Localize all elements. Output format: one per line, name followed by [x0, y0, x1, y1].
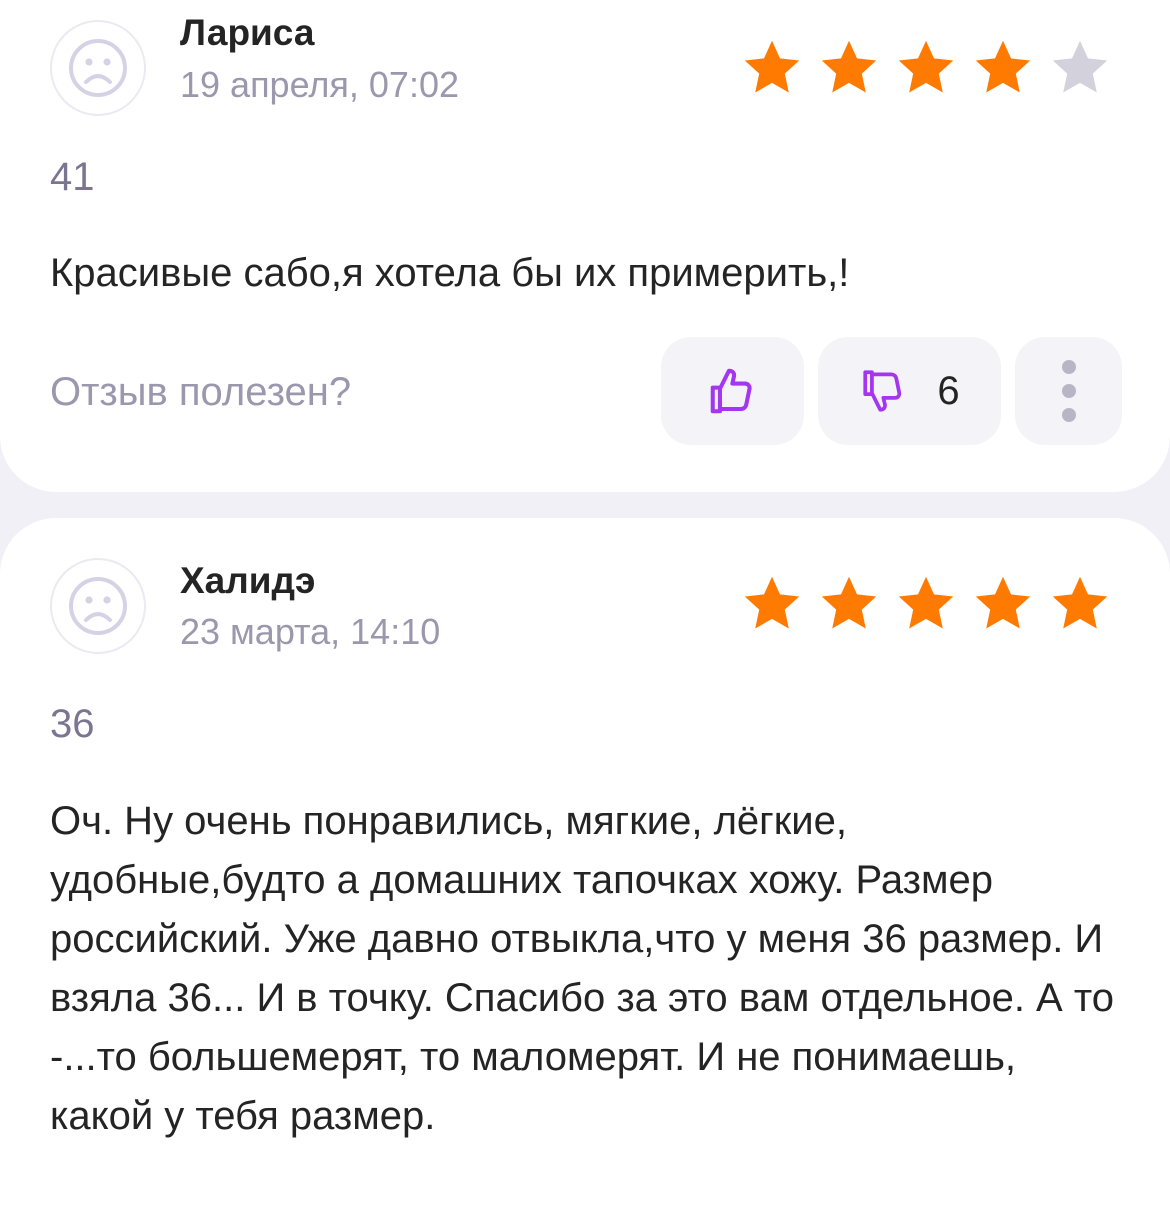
star-icon [821, 40, 877, 93]
star-icon [975, 576, 1031, 629]
dislike-button[interactable]: 6 [818, 337, 1001, 445]
star-icon [898, 40, 954, 93]
review-size: 36 [50, 702, 95, 746]
star-empty-icon [1052, 40, 1108, 93]
star-icon [821, 576, 877, 629]
like-button[interactable] [661, 337, 804, 445]
review-author: Халидэ [180, 560, 316, 601]
more-options-button[interactable] [1015, 337, 1122, 445]
sad-face-avatar-icon [50, 20, 146, 116]
star-icon [744, 576, 800, 629]
thumbs-up-icon [710, 368, 752, 414]
review-date: 19 апреля, 07:02 [180, 64, 459, 105]
star-icon [1052, 576, 1108, 629]
star-rating [740, 572, 1112, 636]
thumbs-down-icon [863, 370, 902, 412]
review-date: 23 марта, 14:10 [180, 611, 441, 652]
star-rating [740, 36, 1112, 100]
star-icon [898, 576, 954, 629]
more-vertical-icon [1061, 360, 1076, 422]
dislike-count: 6 [937, 368, 960, 413]
helpful-prompt: Отзыв полезен? [50, 370, 352, 414]
review-card: Лариса 19 апреля, 07:02 41 Красивые сабо… [0, 0, 1170, 492]
review-author: Лариса [180, 12, 315, 53]
review-card: Халидэ 23 марта, 14:10 36 Оч. Ну очень п… [0, 518, 1170, 1218]
review-text: Оч. Ну очень понравились, мягкие, лёгкие… [50, 799, 1114, 1138]
review-size: 41 [50, 155, 95, 199]
review-text: Красивые сабо,я хотела бы их примерить,! [50, 251, 850, 295]
sad-face-avatar-icon [50, 558, 146, 654]
star-icon [975, 40, 1031, 93]
star-icon [744, 40, 800, 93]
